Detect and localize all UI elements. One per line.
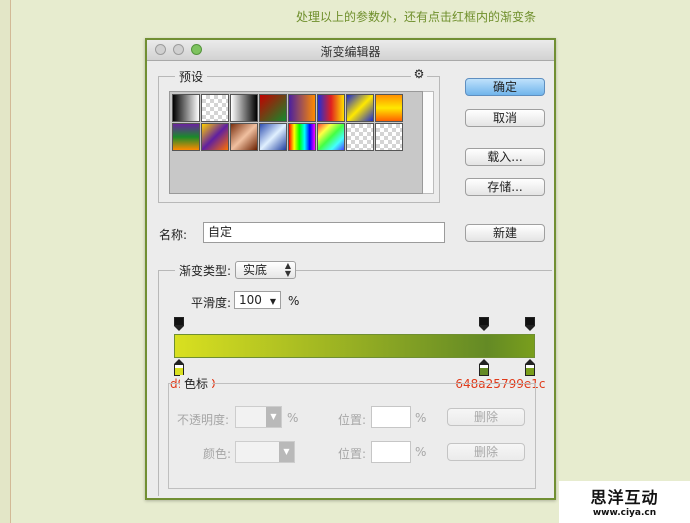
page-left-rule bbox=[0, 0, 11, 523]
delete-opacity-stop-button[interactable]: 删除 bbox=[447, 408, 525, 426]
color-stop[interactable] bbox=[525, 359, 535, 376]
watermark-title: 思洋互动 bbox=[590, 488, 659, 507]
ok-button[interactable]: 确定 bbox=[465, 78, 545, 96]
gear-icon[interactable]: ⚙ bbox=[411, 67, 427, 81]
smoothness-value: 100 bbox=[239, 293, 262, 307]
color-swatch-select[interactable]: ▼ bbox=[235, 441, 295, 463]
preset-scrollbar[interactable] bbox=[423, 91, 434, 194]
opacity-stop[interactable] bbox=[174, 317, 184, 331]
dialog-titlebar[interactable]: 渐变编辑器 bbox=[147, 40, 554, 61]
opacity-location-unit: % bbox=[415, 411, 427, 425]
preset-swatch-violet-green-orange[interactable] bbox=[172, 123, 200, 151]
opacity-stop[interactable] bbox=[525, 317, 535, 331]
opacity-location-input[interactable] bbox=[371, 406, 411, 428]
load-button[interactable]: 载入... bbox=[465, 148, 545, 166]
gradient-type-select[interactable]: 实底 ▲ ▼ bbox=[235, 261, 296, 279]
gradient-editor-dialog: 渐变编辑器 预设 ⚙ 确定 取消 载入... 存储... 名称: 自定 新建 渐… bbox=[145, 38, 556, 500]
preset-swatch-black-to-white[interactable] bbox=[172, 94, 200, 122]
opacity-label: 不透明度: bbox=[177, 413, 230, 427]
color-stop[interactable] bbox=[479, 359, 490, 376]
color-location-unit: % bbox=[415, 445, 427, 459]
opacity-select[interactable]: ▼ bbox=[235, 406, 282, 428]
color-stops-group: 色标 bbox=[168, 375, 536, 489]
preset-swatch-red-to-green[interactable] bbox=[259, 94, 287, 122]
name-label: 名称: bbox=[159, 228, 188, 242]
name-field[interactable]: 自定 bbox=[203, 222, 445, 243]
preset-swatch-black-to-white-2[interactable] bbox=[230, 94, 258, 122]
opacity-unit: % bbox=[287, 411, 299, 425]
watermark: 思洋互动 www.ciya.cn bbox=[559, 481, 690, 523]
smoothness-label: 平滑度: bbox=[191, 296, 232, 310]
preset-swatch-white-to-transparent[interactable] bbox=[201, 94, 229, 122]
preset-swatch-transparent-rainbow[interactable] bbox=[317, 123, 345, 151]
preset-swatch-violet-to-orange[interactable] bbox=[288, 94, 316, 122]
preset-swatch-grid bbox=[169, 91, 423, 194]
page-caption: 处理以上的参数外，还有点击红框内的渐变条 bbox=[296, 10, 537, 24]
preset-swatch-orange-yellow-orange[interactable] bbox=[375, 94, 403, 122]
up-down-arrows-icon: ▲ ▼ bbox=[284, 261, 291, 278]
gradient-type-label: 渐变类型: bbox=[175, 262, 236, 279]
preset-swatch-spectrum[interactable] bbox=[288, 123, 316, 151]
dialog-title: 渐变编辑器 bbox=[320, 45, 381, 59]
preset-swatch-transparent-stripes[interactable] bbox=[346, 123, 374, 151]
watermark-url: www.ciya.cn bbox=[592, 508, 657, 518]
gradient-bar[interactable] bbox=[174, 334, 535, 358]
new-button[interactable]: 新建 bbox=[465, 224, 545, 242]
cancel-button[interactable]: 取消 bbox=[465, 109, 545, 127]
color-stop[interactable] bbox=[174, 359, 184, 376]
presets-label: 预设 bbox=[175, 68, 208, 85]
preset-swatch-copper[interactable] bbox=[230, 123, 258, 151]
save-button[interactable]: 存储... bbox=[465, 178, 545, 196]
preset-swatch-blue-red-yellow[interactable] bbox=[317, 94, 345, 122]
presets-group: 预设 ⚙ bbox=[158, 67, 440, 203]
opacity-stop[interactable] bbox=[479, 317, 490, 331]
preset-swatch-neutral-density[interactable] bbox=[375, 123, 403, 151]
chevron-down-icon: ▼ bbox=[266, 407, 281, 427]
delete-color-stop-button[interactable]: 删除 bbox=[447, 443, 525, 461]
color-location-input[interactable] bbox=[371, 441, 411, 463]
gradient-type-value: 实底 bbox=[243, 263, 268, 277]
chevron-down-icon: ▼ bbox=[269, 297, 276, 306]
smoothness-select[interactable]: 100 ▼ bbox=[234, 291, 281, 309]
color-stops-label: 色标 bbox=[180, 375, 213, 392]
preset-swatch-yellow-violet-orange[interactable] bbox=[201, 123, 229, 151]
preset-swatch-blue-yellow-blue[interactable] bbox=[346, 94, 374, 122]
opacity-location-label: 位置: bbox=[338, 413, 367, 427]
color-label: 颜色: bbox=[203, 447, 232, 461]
color-location-label: 位置: bbox=[338, 447, 367, 461]
chevron-down-icon: ▼ bbox=[279, 442, 294, 462]
smoothness-unit: % bbox=[288, 294, 300, 308]
preset-swatch-steel-blue[interactable] bbox=[259, 123, 287, 151]
